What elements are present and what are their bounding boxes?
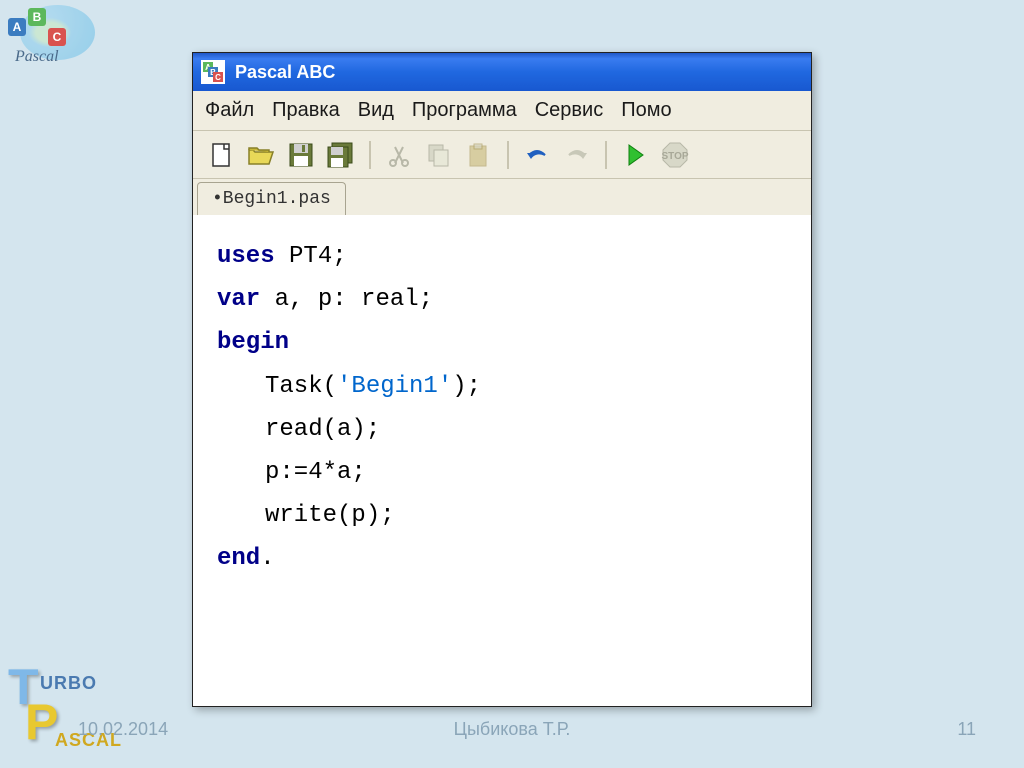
- open-button[interactable]: [245, 139, 277, 171]
- toolbar: STOP: [193, 131, 811, 179]
- abc-a: A: [8, 18, 26, 36]
- code-text: a, p: real;: [260, 286, 433, 313]
- tab-begin1[interactable]: •Begin1.pas: [197, 182, 346, 215]
- menu-service[interactable]: Сервис: [535, 99, 604, 122]
- stop-button[interactable]: STOP: [659, 139, 691, 171]
- pascal-logo-text: Pascal: [15, 48, 59, 66]
- undo-button[interactable]: [521, 139, 553, 171]
- code-line: begin: [217, 321, 787, 364]
- keyword-var: var: [217, 286, 260, 313]
- clipboard-icon: [466, 142, 492, 168]
- save-all-button[interactable]: [325, 139, 357, 171]
- titlebar[interactable]: A B C Pascal ABC: [193, 53, 811, 91]
- code-editor[interactable]: uses PT4; var a, p: real; begin Task('Be…: [193, 215, 811, 706]
- new-button[interactable]: [205, 139, 237, 171]
- code-line: p:=4*a;: [217, 451, 787, 494]
- code-text: PT4;: [275, 243, 347, 270]
- menu-view[interactable]: Вид: [358, 99, 394, 122]
- code-line: write(p);: [217, 494, 787, 537]
- scissors-icon: [387, 143, 411, 167]
- toolbar-separator: [605, 141, 607, 169]
- code-line: var a, p: real;: [217, 278, 787, 321]
- window-title: Pascal ABC: [235, 62, 335, 83]
- menu-file[interactable]: Файл: [205, 99, 254, 122]
- code-text: );: [452, 373, 481, 400]
- footer-author: Цыбикова Т.Р.: [454, 719, 571, 740]
- new-file-icon: [208, 142, 234, 168]
- pascal-logo: A B C Pascal: [0, 0, 100, 75]
- stop-icon: STOP: [661, 141, 689, 169]
- copy-icon: [426, 142, 452, 168]
- redo-icon: [563, 145, 591, 165]
- copy-button[interactable]: [423, 139, 455, 171]
- footer-date: 10.02.2014: [78, 719, 168, 740]
- turbo-p: P: [25, 693, 58, 751]
- menu-program[interactable]: Программа: [412, 99, 517, 122]
- redo-button[interactable]: [561, 139, 593, 171]
- keyword-uses: uses: [217, 243, 275, 270]
- code-text: read(a);: [265, 416, 380, 443]
- toolbar-separator: [507, 141, 509, 169]
- tabbar: •Begin1.pas: [193, 179, 811, 215]
- app-icon: A B C: [201, 60, 225, 84]
- save-button[interactable]: [285, 139, 317, 171]
- abc-b: B: [28, 8, 46, 26]
- run-button[interactable]: [619, 139, 651, 171]
- paste-button[interactable]: [463, 139, 495, 171]
- open-folder-icon: [247, 142, 275, 168]
- code-line: read(a);: [217, 408, 787, 451]
- abc-boxes: A B C: [8, 8, 66, 26]
- code-text: .: [260, 545, 274, 572]
- turbo-pascal-logo: T URBO P ASCAL: [0, 658, 130, 768]
- turbo-urbo: URBO: [40, 673, 97, 694]
- code-text: write(p);: [265, 502, 395, 529]
- toolbar-separator: [369, 141, 371, 169]
- pascal-abc-window: A B C Pascal ABC Файл Правка Вид Програм…: [192, 52, 812, 707]
- code-text: p:=4*a;: [265, 459, 366, 486]
- keyword-begin: begin: [217, 329, 289, 356]
- code-line: Task('Begin1');: [217, 365, 787, 408]
- menu-edit[interactable]: Правка: [272, 99, 340, 122]
- app-icon-c: C: [213, 72, 223, 82]
- abc-c: C: [48, 28, 66, 46]
- play-icon: [625, 143, 645, 167]
- footer-page-number: 11: [957, 719, 976, 740]
- code-string: 'Begin1': [337, 373, 452, 400]
- code-text: Task(: [265, 373, 337, 400]
- cut-button[interactable]: [383, 139, 415, 171]
- code-line: end.: [217, 537, 787, 580]
- menubar: Файл Правка Вид Программа Сервис Помо: [193, 91, 811, 131]
- save-all-icon: [326, 141, 356, 169]
- undo-icon: [523, 145, 551, 165]
- svg-text:STOP: STOP: [661, 151, 688, 162]
- code-line: uses PT4;: [217, 235, 787, 278]
- floppy-icon: [288, 142, 314, 168]
- menu-help[interactable]: Помо: [621, 99, 671, 122]
- keyword-end: end: [217, 545, 260, 572]
